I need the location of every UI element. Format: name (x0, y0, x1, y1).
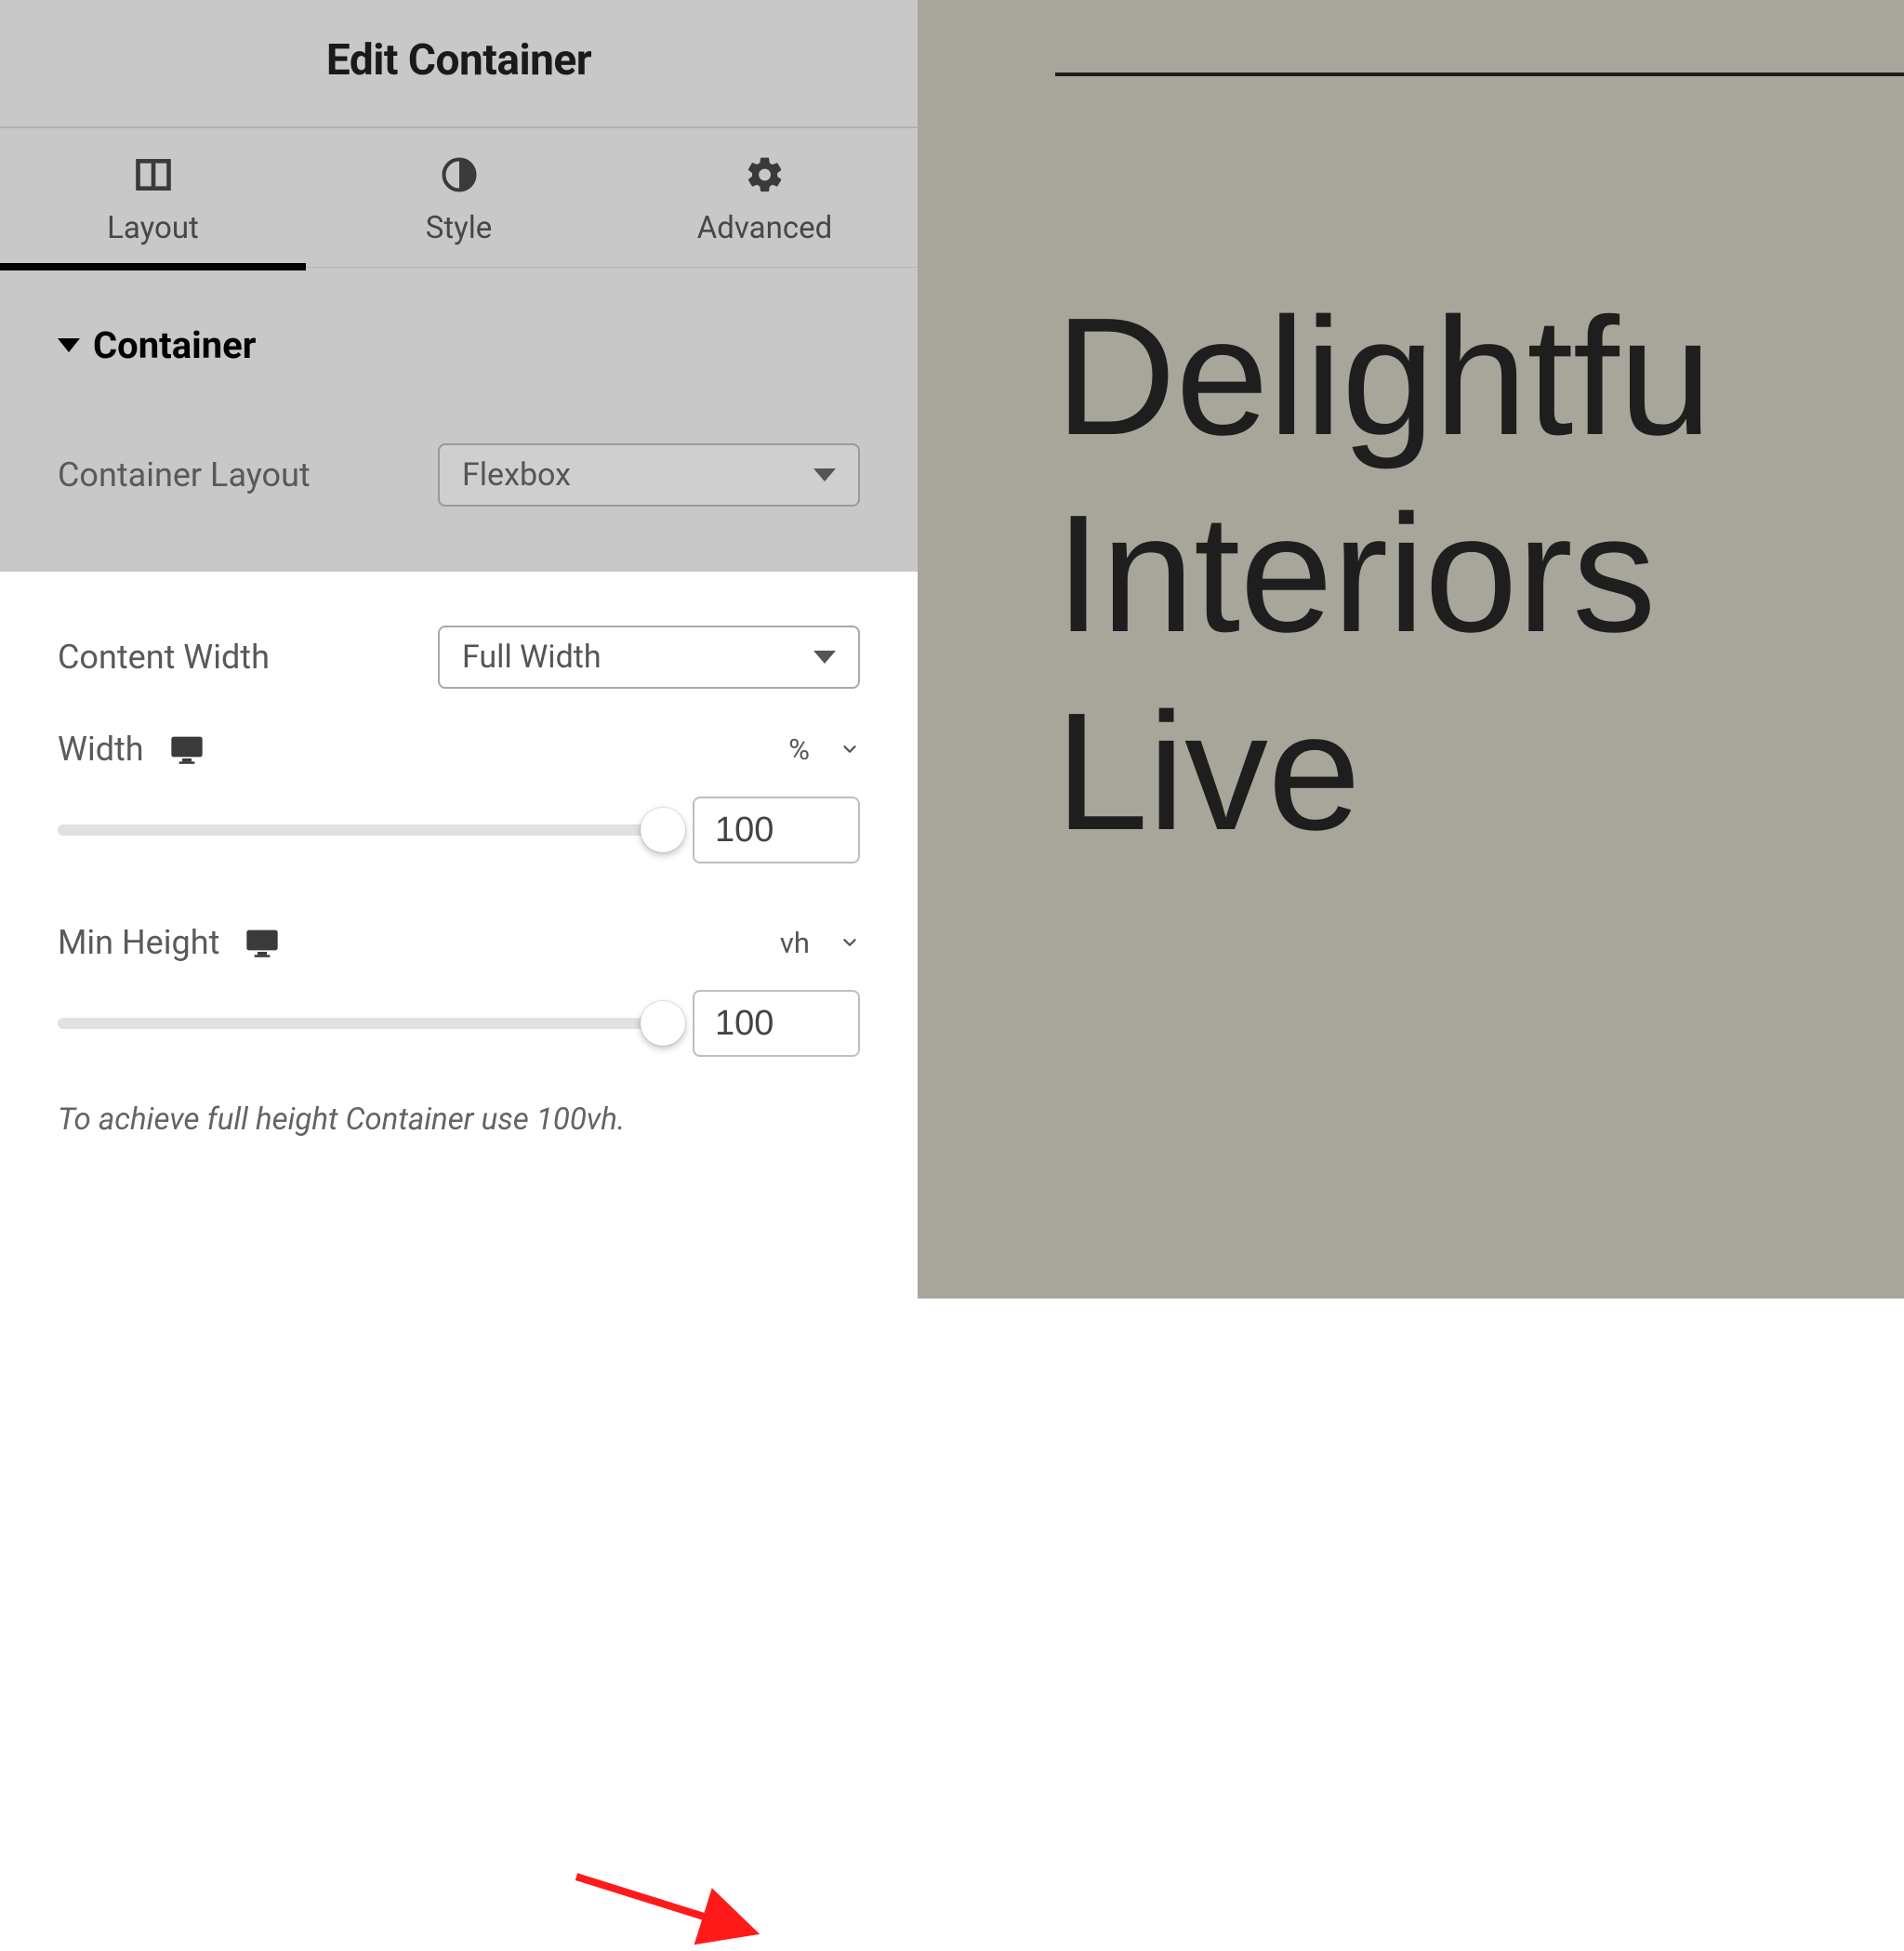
tab-style[interactable]: Style (306, 128, 612, 267)
chevron-down-icon[interactable] (840, 932, 860, 953)
min-height-slider-row (0, 962, 918, 1057)
content-width-label: Content Width (58, 638, 270, 677)
width-unit[interactable]: % (788, 732, 810, 767)
min-height-input[interactable] (693, 990, 860, 1057)
tab-style-label: Style (426, 210, 493, 246)
contrast-icon (439, 154, 480, 195)
min-height-slider-thumb[interactable] (641, 1001, 685, 1046)
divider-line (1055, 73, 1904, 76)
min-height-hint: To achieve full height Container use 100… (0, 1057, 918, 1166)
columns-icon (133, 154, 174, 195)
width-label: Width (58, 730, 144, 769)
panel-title: Edit Container (0, 35, 918, 86)
container-layout-select[interactable]: Flexbox (438, 443, 860, 507)
control-content-width: Content Width Full Width (0, 572, 918, 689)
control-container-layout: Container Layout Flexbox (0, 404, 918, 572)
min-height-unit[interactable]: vh (780, 926, 810, 960)
annotation-arrow (567, 1858, 772, 1951)
chevron-down-icon (58, 338, 80, 352)
width-slider-row (0, 769, 918, 863)
panel-header: Edit Container (0, 0, 918, 128)
preview-heading: Delightfu Interiors Live (1055, 279, 1904, 871)
content-width-select[interactable]: Full Width (438, 626, 860, 689)
panel-top-dimmed: Edit Container Layout Style Advanced (0, 0, 918, 572)
min-height-label: Min Height (58, 923, 219, 962)
width-slider[interactable] (58, 824, 667, 836)
container-layout-label: Container Layout (58, 455, 311, 494)
control-min-height-header: Min Height vh (0, 863, 918, 962)
desktop-icon[interactable] (244, 924, 281, 961)
chevron-down-icon[interactable] (840, 739, 860, 759)
content-width-value: Full Width (462, 639, 602, 676)
width-input[interactable] (693, 797, 860, 863)
min-height-slider[interactable] (58, 1018, 667, 1029)
canvas-preview: Delightfu Interiors Live (918, 0, 1904, 1298)
tab-advanced[interactable]: Advanced (612, 128, 918, 267)
width-slider-thumb[interactable] (641, 808, 685, 852)
chevron-down-icon (813, 468, 836, 481)
tabs: Layout Style Advanced (0, 128, 918, 268)
editor-panel: Edit Container Layout Style Advanced (0, 0, 918, 1298)
tab-layout-label: Layout (107, 210, 199, 246)
tab-layout[interactable]: Layout (0, 128, 306, 267)
section-container-toggle[interactable]: Container (0, 268, 918, 404)
control-width-header: Width % (0, 689, 918, 769)
chevron-down-icon (813, 651, 836, 664)
gear-icon (745, 154, 786, 195)
container-layout-value: Flexbox (462, 456, 571, 494)
tab-advanced-label: Advanced (697, 210, 832, 246)
desktop-icon[interactable] (168, 731, 205, 768)
section-title: Container (93, 323, 256, 367)
